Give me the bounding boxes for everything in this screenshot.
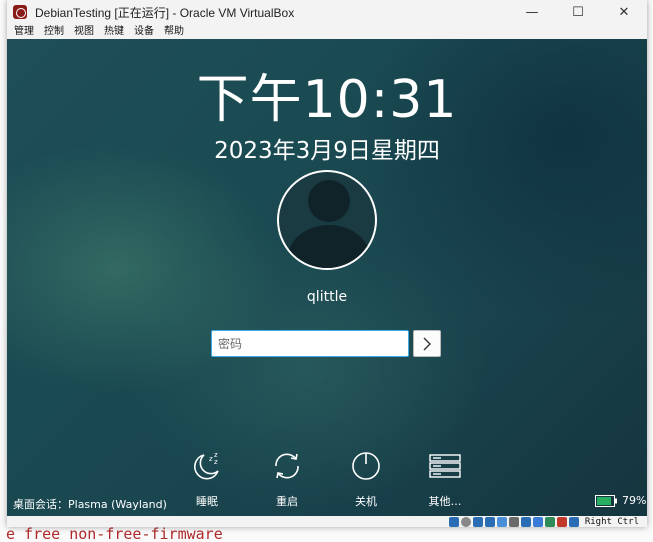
session-selector[interactable]: 桌面会话：Plasma (Wayland) bbox=[13, 496, 167, 512]
battery-indicator[interactable]: 79% bbox=[595, 494, 646, 507]
battery-icon bbox=[595, 494, 617, 507]
restart-label: 重启 bbox=[276, 495, 298, 508]
menu-hotkeys[interactable]: 热键 bbox=[104, 24, 124, 39]
other-label: 其他… bbox=[428, 495, 462, 508]
virtualbox-window: DebianTesting [正在运行] - Oracle VM Virtual… bbox=[7, 0, 647, 527]
usb-icon[interactable] bbox=[496, 516, 507, 527]
avatar-body-shape bbox=[287, 225, 371, 268]
close-button[interactable]: ✕ bbox=[601, 0, 647, 24]
restart-icon bbox=[275, 453, 299, 479]
power-icon bbox=[352, 452, 380, 480]
battery-percent: 79% bbox=[622, 494, 647, 507]
hard-disk-icon[interactable] bbox=[448, 516, 459, 527]
cpu-icon[interactable] bbox=[544, 516, 555, 527]
minimize-button[interactable]: — bbox=[509, 0, 555, 24]
host-key-label: Right Ctrl bbox=[584, 516, 639, 527]
guest-lock-screen: 下午10:31 2023年3月9日星期四 qlittle 桌面会话：Plasma… bbox=[7, 39, 647, 516]
shutdown-label: 关机 bbox=[355, 495, 377, 508]
shutdown-action[interactable]: 关机 bbox=[336, 449, 396, 509]
user-avatar bbox=[277, 170, 377, 270]
avatar-head-shape bbox=[308, 180, 350, 222]
keyboard-capture-icon[interactable] bbox=[568, 516, 579, 527]
vbox-status-tray: Right Ctrl bbox=[448, 516, 639, 527]
restart-action[interactable]: 重启 bbox=[257, 449, 317, 509]
shared-folders-icon[interactable] bbox=[508, 516, 519, 527]
clock-time: 下午10:31 bbox=[196, 70, 458, 130]
menu-devices[interactable]: 设备 bbox=[134, 24, 154, 39]
login-button[interactable] bbox=[413, 330, 441, 357]
audio-icon[interactable] bbox=[472, 516, 483, 527]
menu-control[interactable]: 控制 bbox=[44, 24, 64, 39]
title-bar[interactable]: DebianTesting [正在运行] - Oracle VM Virtual… bbox=[7, 0, 647, 24]
network-icon[interactable] bbox=[484, 516, 495, 527]
password-input[interactable] bbox=[211, 330, 409, 357]
window-title: DebianTesting [正在运行] - Oracle VM Virtual… bbox=[35, 5, 295, 20]
svg-text:z: z bbox=[214, 458, 218, 466]
sleep-label: 睡眠 bbox=[196, 495, 218, 508]
mouse-integration-icon[interactable] bbox=[556, 516, 567, 527]
sleep-icon: z z z bbox=[194, 451, 219, 480]
clock-date: 2023年3月9日星期四 bbox=[214, 138, 440, 164]
other-users-icon bbox=[429, 454, 461, 478]
virtualbox-app-icon bbox=[13, 5, 27, 19]
menu-help[interactable]: 帮助 bbox=[164, 24, 184, 39]
other-action[interactable]: 其他… bbox=[415, 449, 475, 509]
video-capture-icon[interactable] bbox=[532, 516, 543, 527]
optical-drive-icon[interactable] bbox=[460, 516, 471, 527]
svg-text:z: z bbox=[209, 455, 213, 463]
arrow-right-icon bbox=[423, 337, 431, 350]
display-icon[interactable] bbox=[520, 516, 531, 527]
maximize-button[interactable]: ☐ bbox=[555, 0, 601, 24]
sleep-action[interactable]: z z z 睡眠 bbox=[177, 449, 237, 509]
menu-manage[interactable]: 管理 bbox=[14, 24, 34, 39]
menu-view[interactable]: 视图 bbox=[74, 24, 94, 39]
menu-bar: 管理 控制 视图 热键 设备 帮助 bbox=[7, 24, 647, 39]
host-terminal-text: e free non-free-firmware bbox=[0, 527, 653, 542]
username-label: qlittle bbox=[306, 289, 348, 305]
